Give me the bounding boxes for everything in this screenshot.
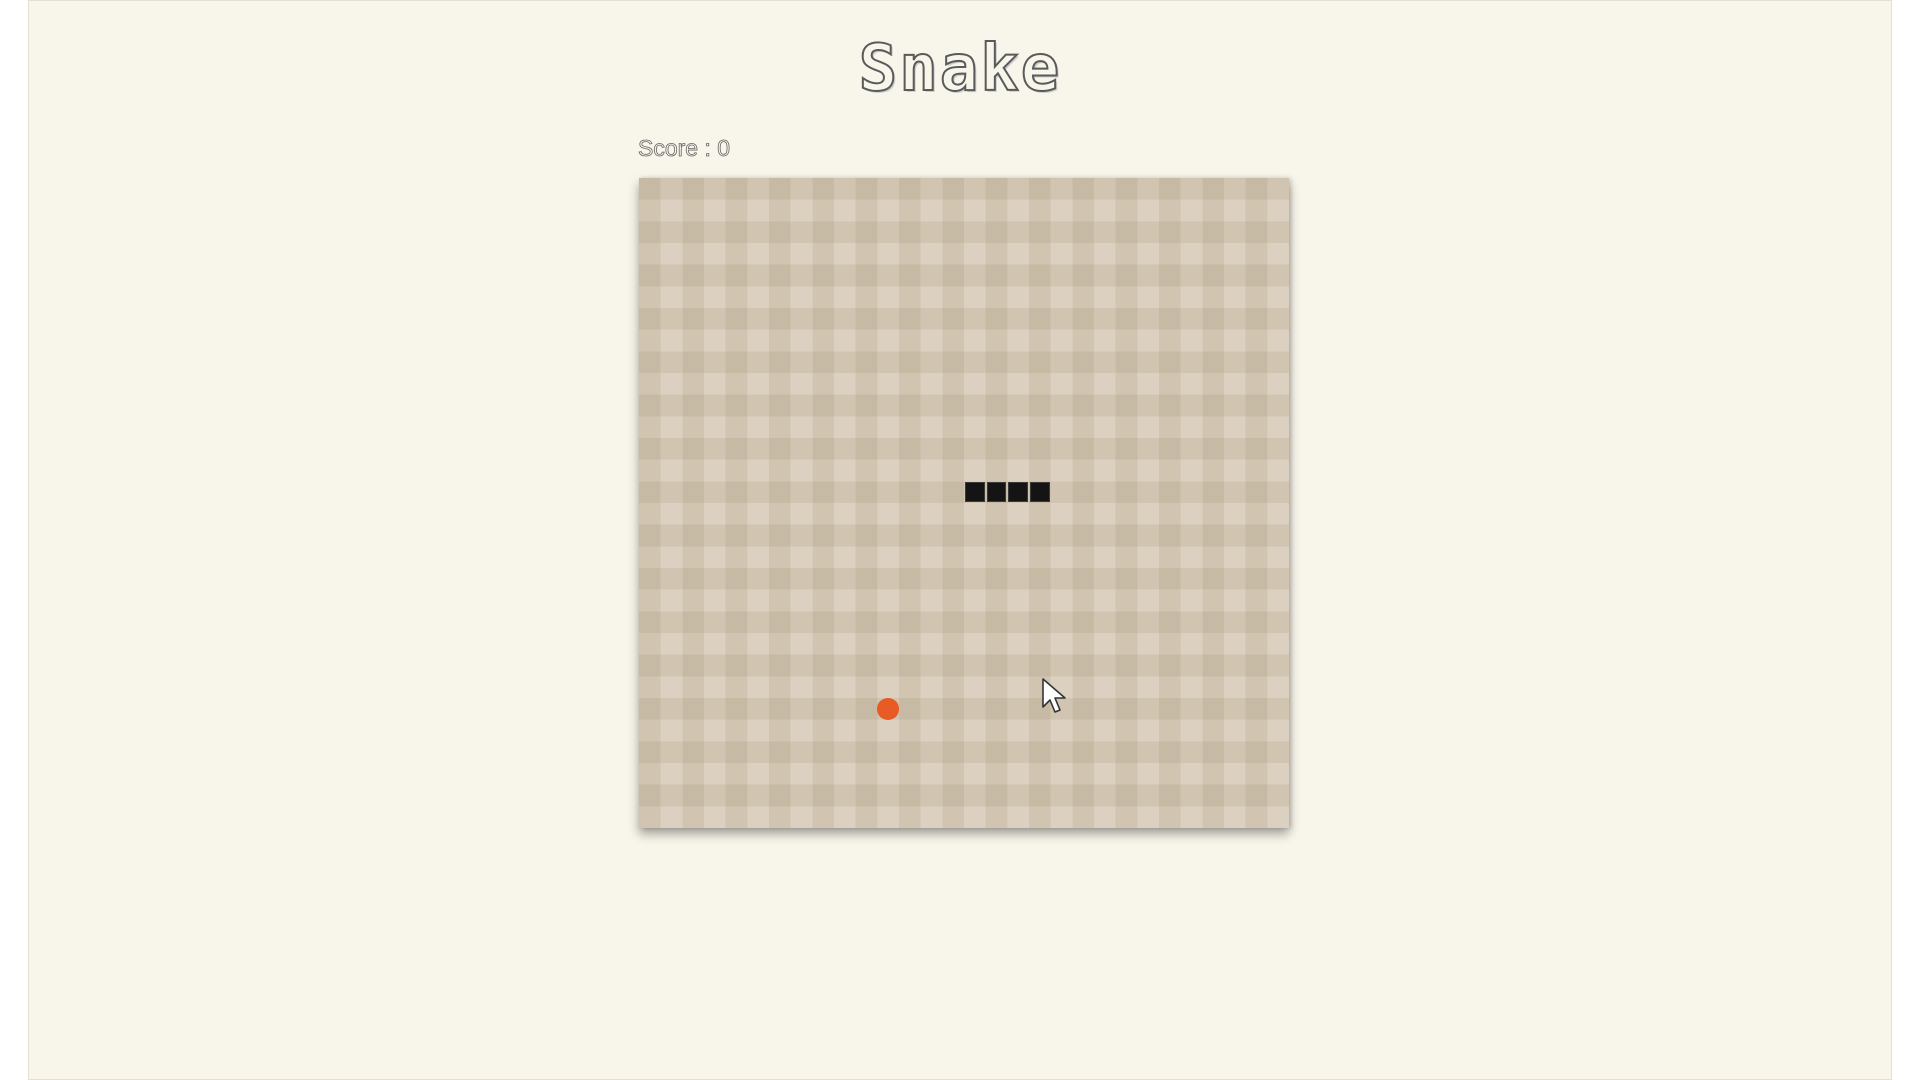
score-display: Score : 0	[638, 135, 731, 162]
snake-segment	[965, 482, 985, 502]
mouse-pointer-icon	[1042, 678, 1066, 713]
snake-segment	[1008, 482, 1028, 502]
snake-head	[1030, 482, 1050, 502]
game-title: Snake	[858, 32, 1062, 106]
snake-segment	[986, 482, 1007, 502]
food-item	[877, 698, 899, 720]
score-separator: :	[698, 135, 718, 162]
score-label: Score	[638, 135, 699, 162]
game-page: Snake Score : 0	[28, 0, 1892, 1080]
score-value: 0	[717, 135, 731, 162]
game-board[interactable]	[639, 178, 1289, 828]
